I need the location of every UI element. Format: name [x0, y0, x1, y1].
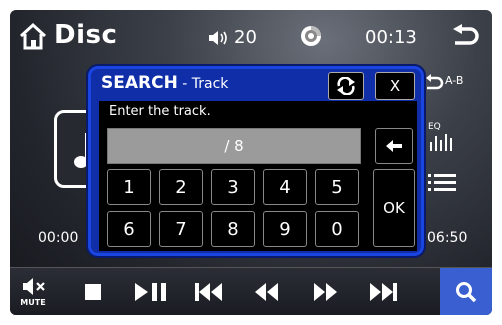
key-7[interactable]: 7	[159, 211, 203, 247]
rewind-icon	[255, 283, 278, 301]
total-time: 06:50	[427, 230, 468, 246]
key-4[interactable]: 4	[263, 169, 307, 205]
mute-label: MUTE	[20, 298, 46, 307]
eq-icon[interactable]: EQ	[428, 120, 464, 152]
screen: Disc 20 00:13 A-B EQ 00:00 06:50 MUTE SE…	[0, 0, 502, 325]
key-8[interactable]: 8	[211, 211, 255, 247]
key-6[interactable]: 6	[107, 211, 151, 247]
repeat-icon	[337, 77, 355, 95]
next-track-button[interactable]	[358, 272, 408, 312]
previous-track-button[interactable]	[184, 272, 234, 312]
dialog-subtitle: - Track	[177, 76, 229, 92]
key-1[interactable]: 1	[107, 169, 151, 205]
backspace-button[interactable]	[375, 128, 413, 164]
key-5[interactable]: 5	[315, 169, 359, 205]
skip-back-icon	[195, 283, 222, 301]
dialog-title: SEARCH - Track	[101, 73, 228, 93]
back-arrow-icon[interactable]	[450, 24, 480, 50]
backspace-arrow-icon	[386, 140, 402, 152]
clock: 00:13	[365, 27, 417, 48]
key-2[interactable]: 2	[159, 169, 203, 205]
list-icon[interactable]	[428, 172, 458, 194]
key-9[interactable]: 9	[263, 211, 307, 247]
fast-forward-icon	[314, 283, 337, 301]
mute-icon	[23, 278, 45, 295]
prompt-text: Enter the track.	[109, 104, 211, 119]
key-3[interactable]: 3	[211, 169, 255, 205]
repeat-button[interactable]	[328, 72, 364, 100]
top-bar: Disc 20 00:13	[10, 10, 492, 65]
stop-button[interactable]	[68, 272, 118, 312]
eq-label: EQ	[428, 122, 441, 132]
player-background: Disc 20 00:13 A-B EQ 00:00 06:50 MUTE SE…	[10, 10, 492, 315]
dialog-body: Enter the track. / 8 12345 67890 OK	[99, 101, 417, 251]
dialog-title-main: SEARCH	[101, 73, 178, 93]
ok-button[interactable]: OK	[373, 169, 415, 247]
fast-forward-button[interactable]	[300, 272, 350, 312]
control-bar: MUTE	[10, 267, 492, 315]
play-pause-button[interactable]	[126, 272, 176, 312]
search-icon	[456, 282, 477, 303]
search-dialog: SEARCH - Track X Enter the track. / 8 1 …	[88, 66, 424, 256]
key-0[interactable]: 0	[315, 211, 359, 247]
mute-button[interactable]: MUTE	[10, 272, 60, 312]
play-pause-icon	[135, 283, 166, 301]
stop-icon	[85, 284, 101, 300]
elapsed-time: 00:00	[38, 230, 79, 246]
speaker-icon	[209, 31, 227, 45]
rewind-button[interactable]	[242, 272, 292, 312]
repeat-ab-icon[interactable]: A-B	[425, 72, 473, 92]
disc-icon	[301, 26, 321, 46]
skip-forward-icon	[370, 283, 397, 301]
track-input[interactable]: / 8	[107, 128, 361, 164]
search-button[interactable]	[440, 268, 492, 315]
close-button[interactable]: X	[375, 72, 415, 100]
ab-label: A-B	[445, 74, 463, 87]
page-title: Disc	[54, 20, 118, 50]
volume-level: 20	[234, 27, 257, 48]
home-icon[interactable]	[18, 22, 48, 50]
